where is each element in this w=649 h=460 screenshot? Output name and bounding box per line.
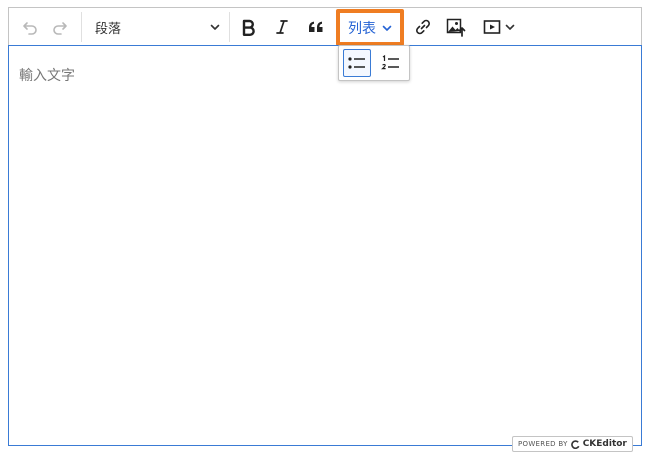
undo-icon [23, 22, 37, 35]
blockquote-button[interactable] [302, 13, 330, 41]
italic-icon [276, 20, 288, 34]
bulleted-list-icon [348, 57, 365, 69]
list-dropdown-panel [338, 45, 410, 81]
link-button[interactable] [409, 13, 437, 41]
bold-icon [242, 19, 255, 36]
editor-content-area[interactable]: 輸入文字 [8, 45, 642, 446]
powered-by-text: POWERED BY [518, 440, 568, 448]
image-upload-icon [446, 18, 466, 37]
toolbar-separator [229, 12, 230, 42]
numbered-list-icon [381, 54, 399, 70]
redo-button[interactable] [47, 13, 73, 41]
chevron-down-icon [505, 24, 515, 30]
media-icon [483, 20, 501, 34]
link-icon [416, 19, 430, 35]
list-dropdown-content: 列表 [348, 18, 392, 38]
redo-icon [53, 22, 67, 35]
chevron-down-icon [382, 25, 392, 31]
powered-by-badge[interactable]: POWERED BY CKEditor [512, 436, 633, 452]
list-dropdown-button[interactable]: 列表 [336, 9, 404, 46]
quote-icon [309, 21, 323, 32]
chevron-down-icon [210, 24, 220, 30]
ckeditor-brand-text: CKEditor [582, 439, 627, 449]
ckeditor-logo-icon [570, 439, 580, 449]
bulleted-list-button[interactable] [343, 49, 371, 77]
ckeditor: 段落 列表 輸入文字 [8, 7, 643, 446]
bold-button[interactable] [234, 13, 262, 41]
heading-dropdown[interactable]: 段落 [87, 13, 227, 41]
list-dropdown-label: 列表 [348, 20, 376, 37]
italic-button[interactable] [268, 13, 296, 41]
heading-label: 段落 [95, 21, 122, 37]
editor-placeholder: 輸入文字 [19, 68, 75, 84]
toolbar: 段落 列表 [8, 7, 642, 46]
numbered-list-button[interactable] [377, 49, 405, 77]
insert-image-button[interactable] [442, 13, 470, 41]
media-embed-button[interactable] [478, 13, 520, 41]
toolbar-separator [81, 12, 82, 42]
undo-button[interactable] [17, 13, 43, 41]
